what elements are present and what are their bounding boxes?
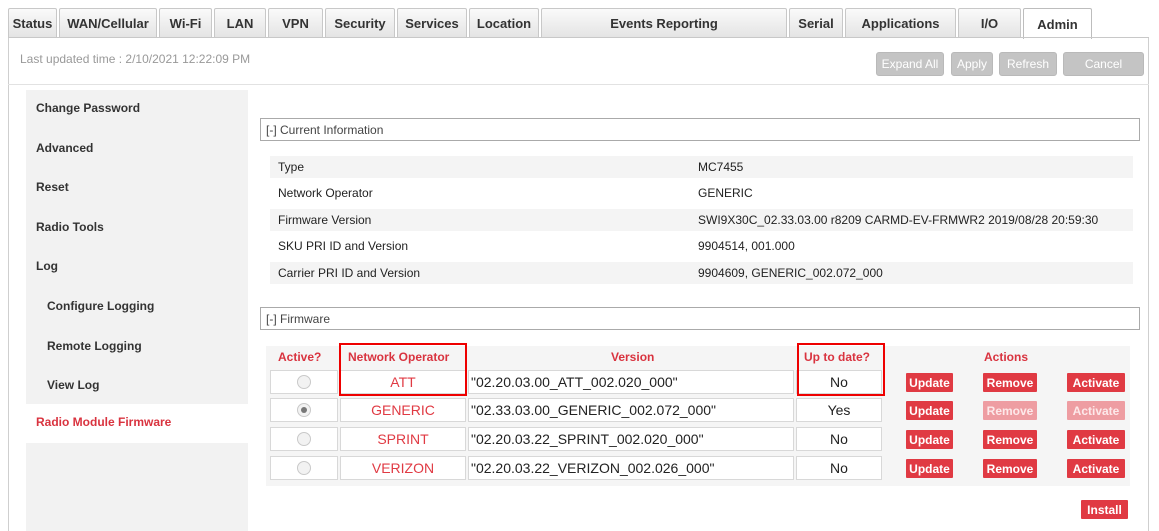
apply-button[interactable]: Apply — [951, 52, 993, 76]
col-header-actions: Actions — [984, 350, 1029, 364]
info-value: GENERIC — [698, 186, 753, 200]
activate-button[interactable]: Activate — [1067, 459, 1125, 478]
refresh-button[interactable]: Refresh — [999, 52, 1057, 76]
operator-cell: VERIZON — [340, 456, 466, 480]
tab-vpn[interactable]: VPN — [268, 8, 323, 37]
tab-services[interactable]: Services — [397, 8, 467, 37]
active-radio[interactable] — [297, 461, 311, 475]
tab-applications[interactable]: Applications — [845, 8, 956, 37]
info-row-firmware-version: Firmware Version SWI9X30C_02.33.03.00 r8… — [270, 209, 1133, 231]
sidebar-item-view-log[interactable]: View Log — [47, 378, 99, 392]
col-header-version: Version — [611, 350, 655, 364]
tab-location[interactable]: Location — [469, 8, 539, 37]
info-row-type: Type MC7455 — [270, 156, 1133, 178]
uptodate-cell: No — [796, 427, 882, 451]
tab-events-reporting[interactable]: Events Reporting — [541, 8, 787, 37]
active-radio-selected[interactable] — [297, 403, 311, 417]
active-radio[interactable] — [297, 375, 311, 389]
info-value: MC7455 — [698, 160, 744, 174]
install-button[interactable]: Install — [1081, 500, 1128, 519]
expand-all-button[interactable]: Expand All — [876, 52, 944, 76]
uptodate-cell: Yes — [796, 398, 882, 422]
update-button[interactable]: Update — [906, 430, 953, 449]
tab-serial[interactable]: Serial — [789, 8, 843, 37]
info-key: Type — [278, 160, 305, 174]
tab-lan[interactable]: LAN — [214, 8, 266, 37]
header-divider — [8, 84, 1149, 85]
current-info-header[interactable]: [-] Current Information — [260, 118, 1140, 141]
firmware-header[interactable]: [-] Firmware — [260, 307, 1140, 330]
sidebar-item-radio-tools[interactable]: Radio Tools — [36, 220, 104, 234]
tab-status[interactable]: Status — [8, 8, 57, 37]
activate-button[interactable]: Activate — [1067, 430, 1125, 449]
version-cell: "02.20.03.00_ATT_002.020_000" — [468, 370, 794, 394]
sidebar-item-change-password[interactable]: Change Password — [36, 101, 140, 115]
operator-cell: ATT — [340, 370, 466, 394]
info-row-carrier-pri: Carrier PRI ID and Version 9904609, GENE… — [270, 262, 1133, 284]
tab-wan-cellular[interactable]: WAN/Cellular — [59, 8, 157, 37]
tab-wifi[interactable]: Wi-Fi — [159, 8, 212, 37]
last-updated: Last updated time : 2/10/2021 12:22:09 P… — [20, 52, 250, 66]
version-cell: "02.20.03.22_VERIZON_002.026_000" — [468, 456, 794, 480]
version-cell: "02.33.03.00_GENERIC_002.072_000" — [468, 398, 794, 422]
col-header-active: Active? — [278, 350, 322, 364]
info-row-sku-pri: SKU PRI ID and Version 9904514, 001.000 — [270, 235, 1133, 257]
info-key: SKU PRI ID and Version — [278, 239, 409, 253]
active-radio[interactable] — [297, 432, 311, 446]
sidebar-item-remote-logging[interactable]: Remote Logging — [47, 339, 142, 353]
activate-button[interactable]: Activate — [1067, 373, 1125, 392]
update-button[interactable]: Update — [906, 373, 953, 392]
sidebar-item-configure-logging[interactable]: Configure Logging — [47, 299, 154, 313]
cancel-button[interactable]: Cancel — [1063, 52, 1144, 76]
info-value: 9904514, 001.000 — [698, 239, 795, 253]
version-cell: "02.20.03.22_SPRINT_002.020_000" — [468, 427, 794, 451]
tab-security[interactable]: Security — [325, 8, 395, 37]
info-value: 9904609, GENERIC_002.072_000 — [698, 266, 883, 280]
update-button[interactable]: Update — [906, 459, 953, 478]
tab-admin[interactable]: Admin — [1023, 8, 1092, 39]
col-header-network-operator: Network Operator — [348, 350, 450, 364]
uptodate-cell: No — [796, 456, 882, 480]
operator-cell: GENERIC — [340, 398, 466, 422]
info-key: Carrier PRI ID and Version — [278, 266, 421, 280]
activate-button-disabled: Activate — [1067, 401, 1125, 420]
info-key: Firmware Version — [278, 213, 372, 227]
update-button[interactable]: Update — [906, 401, 953, 420]
remove-button[interactable]: Remove — [983, 430, 1037, 449]
info-key: Network Operator — [278, 186, 373, 200]
last-updated-label: Last updated time : — [20, 52, 126, 66]
operator-cell: SPRINT — [340, 427, 466, 451]
tab-io[interactable]: I/O — [958, 8, 1021, 37]
last-updated-value: 2/10/2021 12:22:09 PM — [125, 52, 251, 66]
sidebar-item-radio-module-firmware[interactable]: Radio Module Firmware — [26, 404, 248, 443]
sidebar-item-reset[interactable]: Reset — [36, 180, 69, 194]
uptodate-cell: No — [796, 370, 882, 394]
sidebar-item-log[interactable]: Log — [36, 259, 58, 273]
info-value: SWI9X30C_02.33.03.00 r8209 CARMD-EV-FRMW… — [698, 213, 1099, 227]
remove-button-disabled: Remove — [983, 401, 1037, 420]
col-header-up-to-date: Up to date? — [804, 350, 870, 364]
remove-button[interactable]: Remove — [983, 373, 1037, 392]
tab-bar: Status WAN/Cellular Wi-Fi LAN VPN Securi… — [8, 8, 1148, 39]
info-row-network-operator: Network Operator GENERIC — [270, 182, 1133, 204]
sidebar-item-advanced[interactable]: Advanced — [36, 141, 93, 155]
remove-button[interactable]: Remove — [983, 459, 1037, 478]
